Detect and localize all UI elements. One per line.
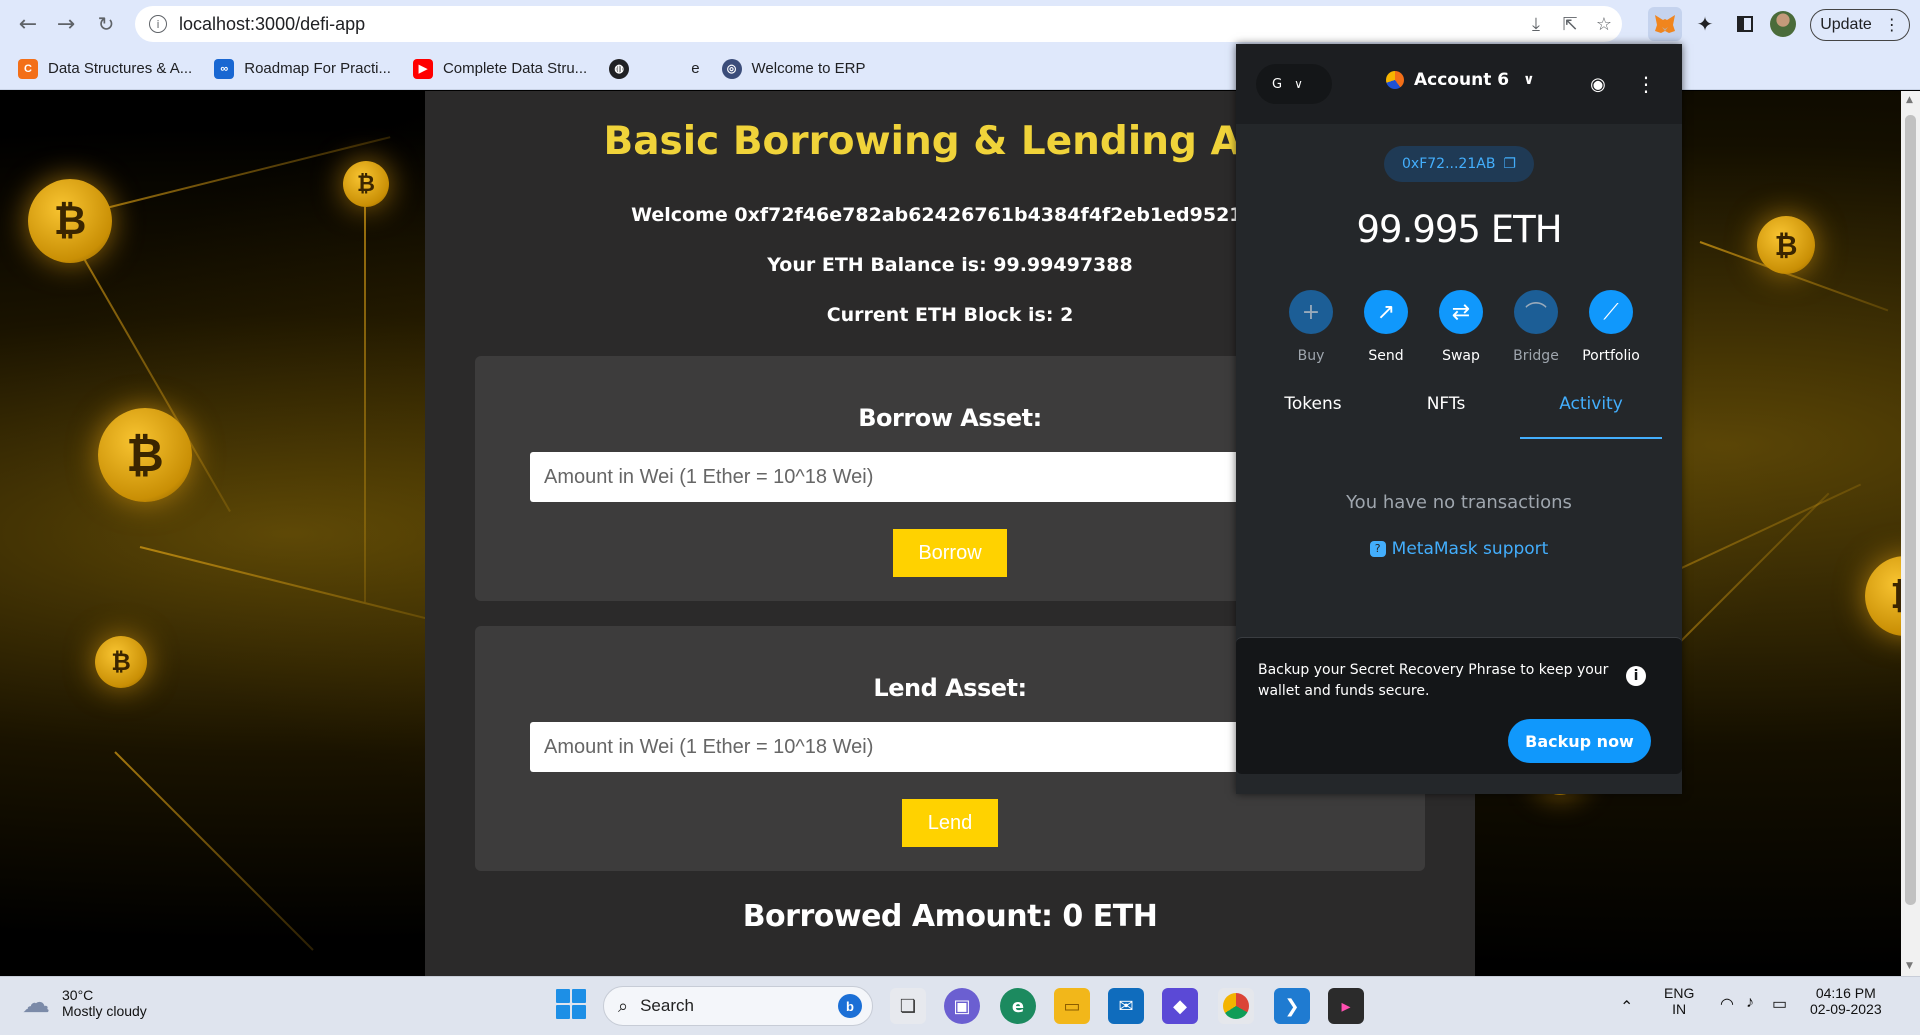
chevron-up-icon[interactable]: ⌃ xyxy=(1620,997,1633,1017)
teams-chat-icon[interactable]: ▣ xyxy=(944,988,980,1024)
network-line xyxy=(139,546,432,621)
vscode-icon[interactable]: ❯ xyxy=(1274,988,1310,1024)
bridge-icon: ⌒ xyxy=(1514,290,1558,334)
account-address-pill[interactable]: 0xF72...21AB ❐ xyxy=(1384,146,1534,182)
network-line xyxy=(69,136,391,218)
backup-text: Backup your Secret Recovery Phrase to ke… xyxy=(1258,662,1609,699)
metamask-popup: G ∨ Account 6 ∨ ◉ ⋮ 0xF72...21AB ❐ 99.99… xyxy=(1236,44,1682,794)
bridge-button[interactable]: ⌒ Bridge xyxy=(1501,290,1571,364)
url-text: localhost:3000/defi-app xyxy=(179,13,366,34)
metamask-support-link[interactable]: ? MetaMask support xyxy=(1236,539,1682,559)
arrow-up-right-icon: ↗ xyxy=(1364,290,1408,334)
weather-widget[interactable]: ☁ 30°C Mostly cloudy xyxy=(22,986,147,1019)
bitcoin-coin-icon: ₿ xyxy=(28,179,112,263)
search-icon: ⌕ xyxy=(618,995,629,1016)
share-icon[interactable]: ⇱ xyxy=(1557,12,1583,36)
bookmark-item[interactable]: C Data Structures & A... xyxy=(18,58,192,79)
globe-icon: ◍ xyxy=(609,58,630,79)
lend-button[interactable]: Lend xyxy=(902,799,998,847)
bookmark-favicon-icon: ∞ xyxy=(214,58,235,79)
connected-sites-icon[interactable]: ◉ xyxy=(1586,72,1610,96)
back-arrow-icon[interactable]: ← xyxy=(10,6,46,42)
account-avatar xyxy=(1386,71,1404,89)
task-view-icon[interactable]: ❏ xyxy=(890,988,926,1024)
buy-button[interactable]: + Buy xyxy=(1276,290,1346,364)
scroll-up-arrow-icon[interactable]: ▲ xyxy=(1906,95,1913,105)
copy-icon[interactable]: ❐ xyxy=(1503,156,1516,172)
forward-arrow-icon[interactable]: → xyxy=(48,6,84,42)
extensions-puzzle-icon[interactable]: ✦ xyxy=(1688,7,1722,41)
network-line xyxy=(114,751,314,951)
volume-icon[interactable]: ♪ xyxy=(1746,994,1754,1012)
backup-now-button[interactable]: Backup now xyxy=(1508,719,1651,763)
clock[interactable]: 04:16 PM 02-09-2023 xyxy=(1810,985,1882,1017)
windows-taskbar: ☁ 30°C Mostly cloudy ⌕ Search b ❏ ▣ e ▭ … xyxy=(0,976,1920,1035)
network-line xyxy=(364,182,366,602)
bookmark-item[interactable]: ◎ Welcome to ERP xyxy=(721,58,865,79)
chat-bubble-icon: ? xyxy=(1369,541,1386,557)
edge-icon[interactable]: e xyxy=(1000,988,1036,1024)
bookmark-item[interactable]: ∞ Roadmap For Practi... xyxy=(214,58,391,79)
bitcoin-coin-icon: ₿ xyxy=(98,408,192,502)
backup-reminder: Backup your Secret Recovery Phrase to ke… xyxy=(1236,637,1682,774)
chart-icon: ⟋ xyxy=(1589,290,1633,334)
metamask-balance: 99.995 ETH xyxy=(1356,208,1562,251)
tab-activity[interactable]: Activity xyxy=(1536,394,1646,414)
plus-icon: + xyxy=(1289,290,1333,334)
bookmark-item[interactable]: ◍ xyxy=(609,58,639,79)
reload-icon[interactable]: ↻ xyxy=(88,6,124,42)
windows-start-icon[interactable] xyxy=(556,989,586,1019)
terminal-icon[interactable]: ▸ xyxy=(1328,988,1364,1024)
tab-nfts[interactable]: NFTs xyxy=(1391,394,1501,414)
metamask-extension-icon[interactable] xyxy=(1648,7,1682,41)
cloud-sun-icon: ☁ xyxy=(22,987,50,1018)
chrome-icon[interactable] xyxy=(1218,988,1254,1024)
bookmark-item[interactable]: e xyxy=(691,60,699,77)
install-icon[interactable]: ⤓ xyxy=(1523,12,1549,36)
info-icon[interactable]: i xyxy=(1626,666,1646,686)
send-button[interactable]: ↗ Send xyxy=(1351,290,1421,364)
mail-icon[interactable]: ✉ xyxy=(1108,988,1144,1024)
more-vert-icon[interactable]: ⋮ xyxy=(1884,15,1900,35)
borrow-button[interactable]: Borrow xyxy=(893,529,1007,577)
page-scrollbar[interactable]: ▲ ▼ xyxy=(1901,91,1920,976)
address-bar[interactable]: i localhost:3000/defi-app ⤓ ⇱ ☆ xyxy=(135,6,1622,42)
chevron-down-icon: ∨ xyxy=(1523,72,1535,88)
taskbar-search[interactable]: ⌕ Search b xyxy=(603,986,873,1026)
site-info-icon[interactable]: i xyxy=(149,15,167,33)
swap-button[interactable]: ⇄ Swap xyxy=(1426,290,1496,364)
active-tab-indicator xyxy=(1520,437,1662,439)
metamask-header: G ∨ Account 6 ∨ ◉ ⋮ xyxy=(1236,44,1682,124)
no-transactions-text: You have no transactions xyxy=(1346,492,1572,513)
profile-avatar[interactable] xyxy=(1766,7,1800,41)
browser-toolbar: ← → ↻ i localhost:3000/defi-app ⤓ ⇱ ☆ ✦ … xyxy=(0,0,1920,48)
bitcoin-coin-icon: ₿ xyxy=(95,636,147,688)
network-selector[interactable]: G ∨ xyxy=(1256,64,1332,104)
borrowed-amount-text: Borrowed Amount: 0 ETH xyxy=(742,899,1158,934)
bookmark-item[interactable]: ▶ Complete Data Stru... xyxy=(412,58,587,79)
update-button[interactable]: Update ⋮ xyxy=(1810,9,1910,41)
wifi-icon[interactable]: ◠ xyxy=(1720,994,1734,1014)
copilot-icon[interactable]: ◆ xyxy=(1162,988,1198,1024)
bookmark-favicon-icon: C xyxy=(18,58,38,79)
swap-icon: ⇄ xyxy=(1439,290,1483,334)
file-explorer-icon[interactable]: ▭ xyxy=(1054,988,1090,1024)
side-panel-icon[interactable] xyxy=(1728,7,1762,41)
bitcoin-coin-icon: ₿ xyxy=(1757,216,1815,274)
scroll-down-arrow-icon[interactable]: ▼ xyxy=(1906,961,1913,971)
portfolio-button[interactable]: ⟋ Portfolio xyxy=(1576,290,1646,364)
tab-tokens[interactable]: Tokens xyxy=(1258,394,1368,414)
account-selector[interactable]: Account 6 ∨ xyxy=(1386,70,1534,90)
bitcoin-coin-icon: ₿ xyxy=(343,161,389,207)
chevron-down-icon: ∨ xyxy=(1294,77,1303,91)
youtube-icon: ▶ xyxy=(412,58,433,79)
erp-favicon-icon: ◎ xyxy=(721,58,742,79)
more-vert-icon[interactable]: ⋮ xyxy=(1636,72,1656,96)
scrollbar-thumb[interactable] xyxy=(1905,115,1916,905)
battery-icon[interactable]: ▭ xyxy=(1772,994,1787,1014)
bing-icon: b xyxy=(838,994,862,1018)
language-indicator[interactable]: ENG IN xyxy=(1664,985,1694,1017)
bookmark-star-icon[interactable]: ☆ xyxy=(1591,12,1617,36)
